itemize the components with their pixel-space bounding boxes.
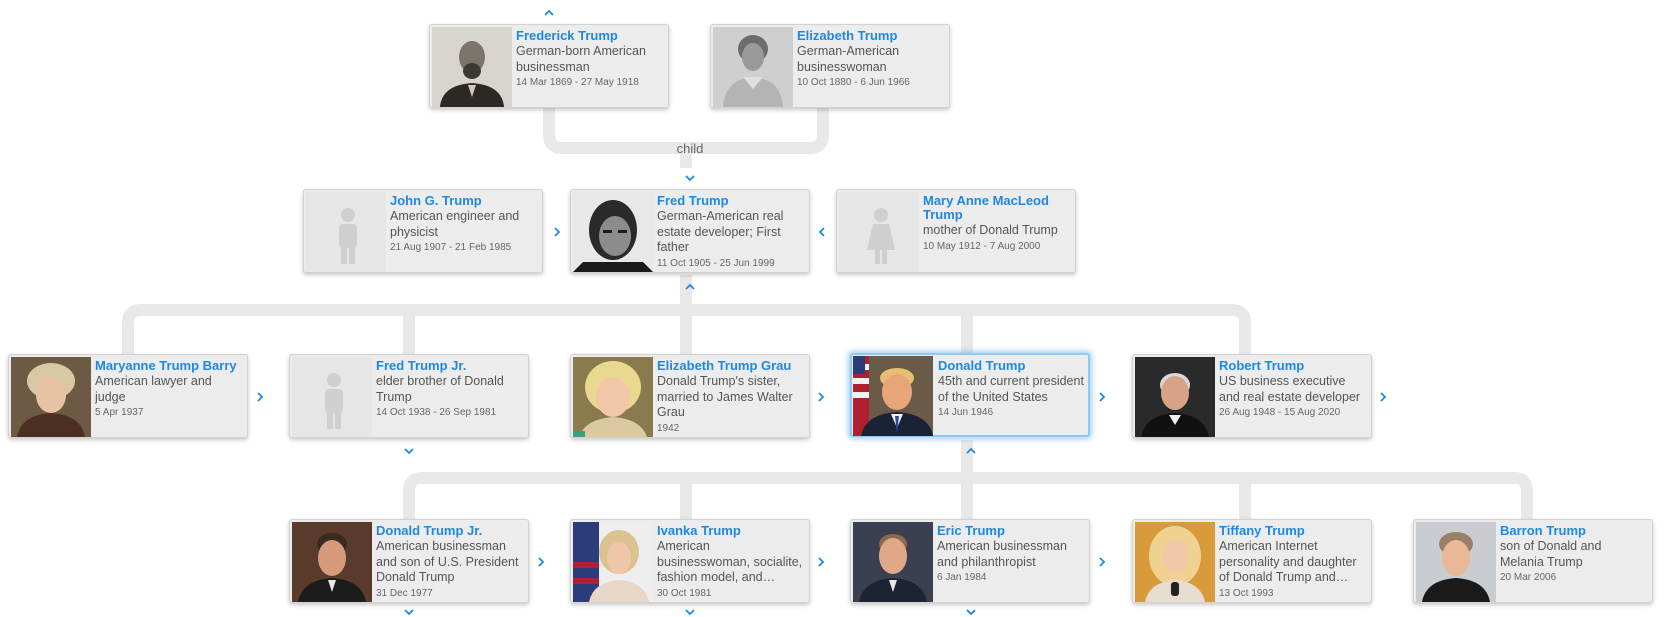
- expand-down-chevron-icon[interactable]: [402, 608, 416, 617]
- male-placeholder-icon: [306, 192, 386, 272]
- photo-eric-trump: [853, 522, 933, 602]
- person-card-mary-anne-macleod-trump[interactable]: Mary Anne MacLeod Trump mother of Donald…: [836, 189, 1076, 273]
- photo-elizabeth-trump: [713, 27, 793, 107]
- person-description: German-American real estate developer; F…: [657, 209, 784, 254]
- person-card-tiffany-trump[interactable]: Tiffany Trump American Internet personal…: [1132, 519, 1372, 603]
- person-card-donald-trump[interactable]: Donald Trump 45th and current president …: [850, 353, 1090, 437]
- chevron-right-icon[interactable]: [815, 390, 827, 404]
- photo-tiffany-trump: [1135, 522, 1215, 602]
- photo-maryanne-trump-barry: [11, 357, 91, 437]
- chevron-right-icon[interactable]: [254, 390, 266, 404]
- expand-down-chevron-icon[interactable]: [402, 445, 416, 457]
- person-description: American businesswoman, socialite, fashi…: [657, 539, 803, 584]
- chevron-left-icon[interactable]: [816, 225, 828, 239]
- person-dates: 11 Oct 1905 - 25 Jun 1999: [657, 257, 775, 269]
- expand-up-chevron-icon[interactable]: [542, 7, 556, 19]
- chevron-right-icon[interactable]: [1377, 390, 1389, 404]
- person-card-elizabeth-trump-grau[interactable]: Elizabeth Trump Grau Donald Trump's sist…: [570, 354, 810, 438]
- person-card-donald-trump-jr[interactable]: Donald Trump Jr. American businessman an…: [289, 519, 529, 603]
- person-card-frederick-trump[interactable]: Frederick Trump German-born American bus…: [429, 24, 669, 108]
- photo-frederick-trump: [432, 27, 512, 107]
- person-name: Barron Trump: [1500, 524, 1586, 538]
- chevron-right-icon[interactable]: [1096, 555, 1108, 569]
- expand-down-chevron-icon[interactable]: [964, 608, 978, 617]
- person-description: American businessman and son of U.S. Pre…: [376, 539, 519, 584]
- photo-donald-trump-jr: [292, 522, 372, 602]
- person-card-john-g-trump[interactable]: John G. Trump American engineer and phys…: [303, 189, 543, 273]
- person-description: mother of Donald Trump: [923, 223, 1058, 237]
- chevron-right-icon[interactable]: [551, 225, 563, 239]
- person-description: US business executive and real estate de…: [1219, 374, 1361, 404]
- person-description: son of Donald and Melania Trump: [1500, 539, 1602, 569]
- person-description: Donald Trump's sister, married to James …: [657, 374, 793, 419]
- photo-elizabeth-trump-grau: [573, 357, 653, 437]
- photo-ivanka-trump: [573, 522, 653, 602]
- person-card-fred-trump-jr[interactable]: Fred Trump Jr. elder brother of Donald T…: [289, 354, 529, 438]
- person-name: Donald Trump Jr.: [376, 524, 483, 538]
- person-card-elizabeth-trump[interactable]: Elizabeth Trump German-American business…: [710, 24, 950, 108]
- chevron-right-icon[interactable]: [1096, 390, 1108, 404]
- person-description: American Internet personality and daught…: [1219, 539, 1357, 584]
- person-name: Tiffany Trump: [1219, 524, 1305, 538]
- person-name: Maryanne Trump Barry: [95, 359, 237, 373]
- chevron-right-icon[interactable]: [535, 555, 547, 569]
- expand-up-chevron-icon[interactable]: [964, 445, 978, 457]
- person-card-fred-trump[interactable]: Fred Trump German-American real estate d…: [570, 189, 810, 273]
- expand-up-chevron-icon[interactable]: [683, 281, 697, 293]
- person-dates: 21 Aug 1907 - 21 Feb 1985: [390, 242, 512, 253]
- person-name: Elizabeth Trump: [797, 29, 898, 43]
- person-name: Elizabeth Trump Grau: [657, 359, 792, 373]
- person-dates: 31 Dec 1977: [376, 587, 433, 599]
- person-description: 45th and current president of the United…: [938, 374, 1084, 404]
- person-dates: 14 Jun 1946: [938, 407, 994, 418]
- person-dates: 30 Oct 1981: [657, 587, 712, 599]
- photo-donald-trump: [853, 356, 933, 436]
- person-name: Fred Trump Jr.: [376, 359, 467, 373]
- person-description: American engineer and physicist: [390, 209, 520, 239]
- person-card-maryanne-trump-barry[interactable]: Maryanne Trump Barry American lawyer and…: [8, 354, 248, 438]
- person-dates: 14 Oct 1938 - 26 Sep 1981: [376, 407, 497, 418]
- person-description: American businessman and philanthropist: [937, 539, 1067, 569]
- person-dates: 6 Jan 1984: [937, 572, 987, 583]
- person-description: German-born American businessman: [516, 44, 646, 74]
- person-name: Frederick Trump: [516, 29, 618, 43]
- chevron-right-icon[interactable]: [815, 555, 827, 569]
- photo-fred-trump: [573, 192, 653, 272]
- family-tree-canvas: child Frederick Trump German-born Americ…: [0, 0, 1670, 617]
- photo-barron-trump: [1416, 522, 1496, 602]
- person-name: Eric Trump: [937, 524, 1005, 538]
- relation-label: child: [676, 141, 704, 156]
- person-description: American lawyer and judge: [95, 374, 212, 404]
- person-dates: 10 Oct 1880 - 6 Jun 1966: [797, 77, 910, 88]
- expand-down-chevron-icon[interactable]: [683, 172, 697, 184]
- person-name: Robert Trump: [1219, 359, 1305, 373]
- person-dates: 26 Aug 1948 - 15 Aug 2020: [1219, 407, 1341, 418]
- person-name: Mary Anne MacLeod Trump: [923, 194, 1049, 222]
- person-dates: 10 May 1912 - 7 Aug 2000: [923, 240, 1041, 252]
- person-dates: 14 Mar 1869 - 27 May 1918: [516, 77, 639, 88]
- person-description: German-American businesswoman: [797, 44, 900, 74]
- person-card-ivanka-trump[interactable]: Ivanka Trump American businesswoman, soc…: [570, 519, 810, 603]
- person-name: John G. Trump: [390, 194, 482, 208]
- male-placeholder-icon: [292, 357, 372, 437]
- person-name: Fred Trump: [657, 194, 729, 208]
- person-dates: 20 Mar 2006: [1500, 572, 1557, 583]
- person-card-robert-trump[interactable]: Robert Trump US business executive and r…: [1132, 354, 1372, 438]
- expand-down-chevron-icon[interactable]: [683, 608, 697, 617]
- person-card-barron-trump[interactable]: Barron Trump son of Donald and Melania T…: [1413, 519, 1653, 603]
- person-name: Donald Trump: [938, 359, 1026, 373]
- photo-robert-trump: [1135, 357, 1215, 437]
- person-dates: 5 Apr 1937: [95, 407, 144, 418]
- person-description: elder brother of Donald Trump: [376, 374, 504, 404]
- person-dates: 1942: [657, 422, 680, 434]
- person-dates: 13 Oct 1993: [1219, 587, 1274, 599]
- person-name: Ivanka Trump: [657, 524, 741, 538]
- female-placeholder-icon: [839, 192, 919, 272]
- person-card-eric-trump[interactable]: Eric Trump American businessman and phil…: [850, 519, 1090, 603]
